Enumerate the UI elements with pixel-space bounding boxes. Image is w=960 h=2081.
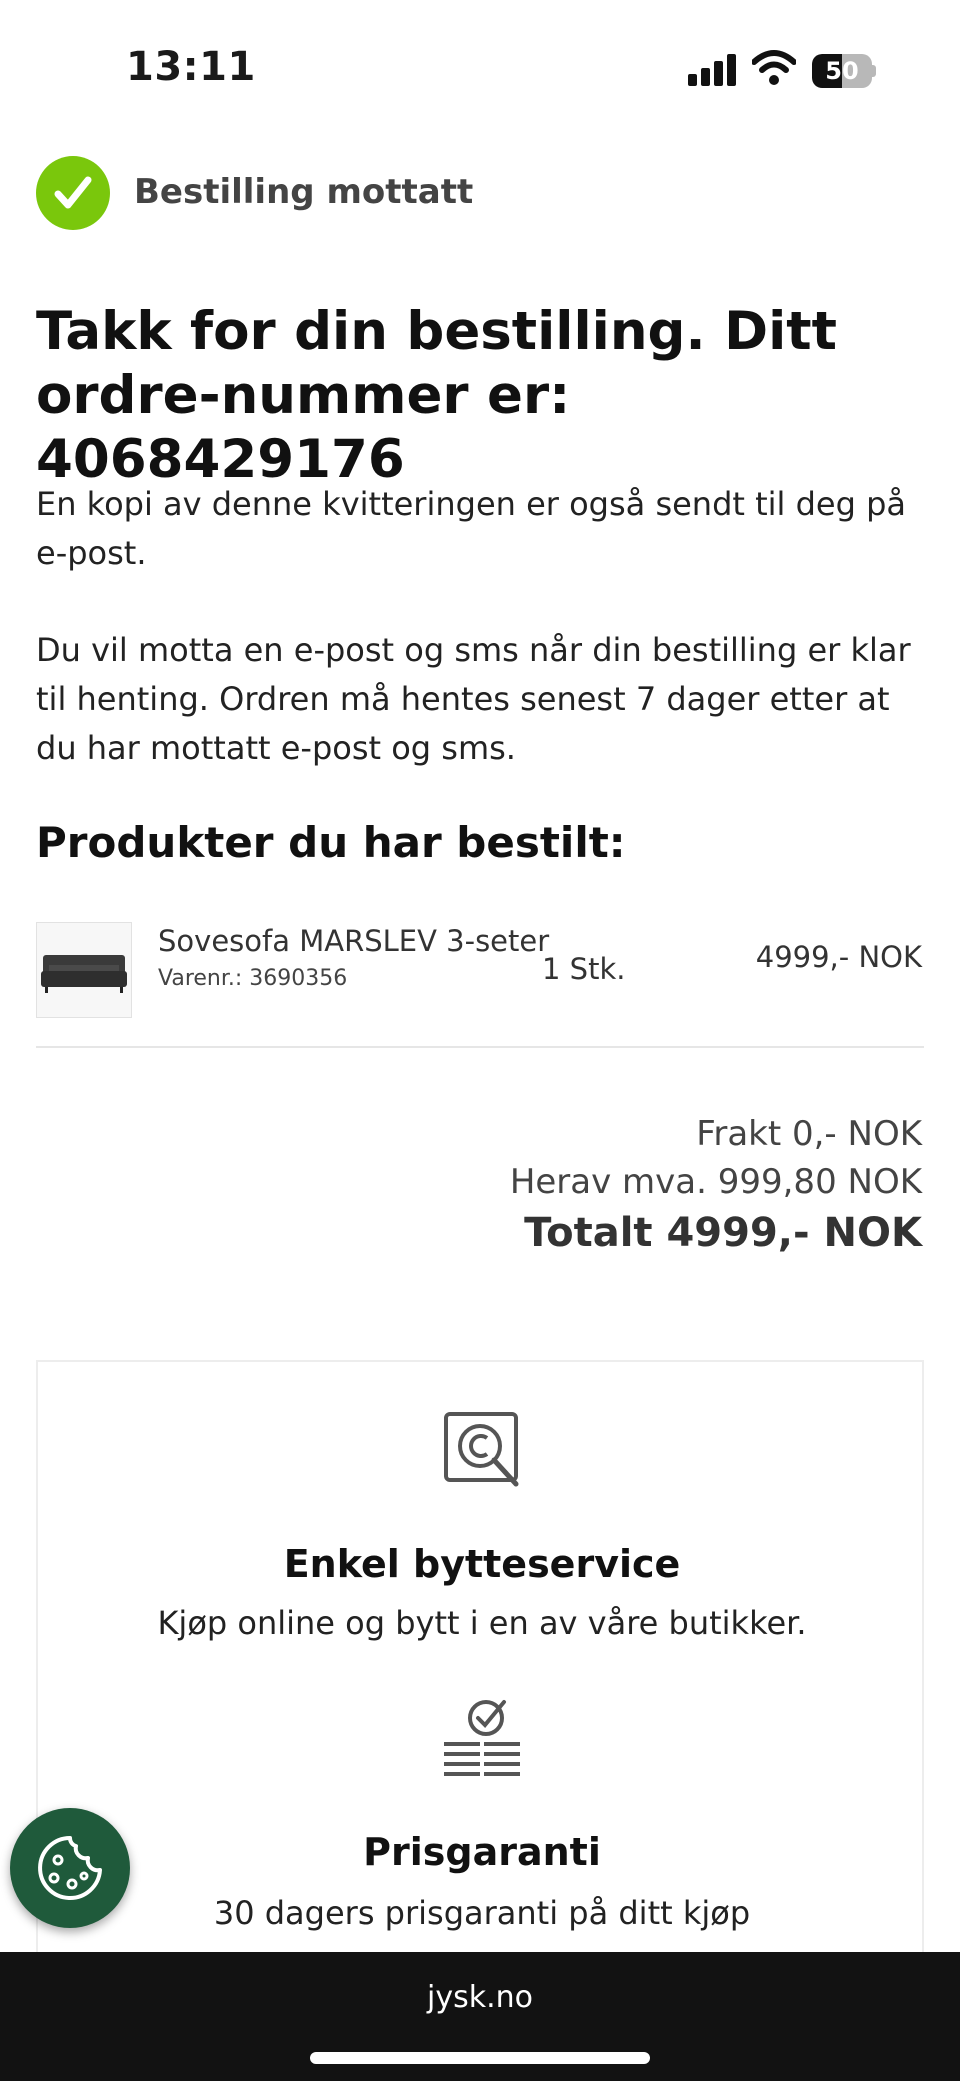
order-total: Totalt 4999,- NOK [524,1210,922,1256]
check-icon [36,156,110,230]
page-title: Takk for din bestilling. Ditt ordre-numm… [36,301,837,490]
sofa-image [36,922,132,1018]
battery-icon: 50 [812,54,876,88]
vat-amount: Herav mva. 999,80 NOK [509,1162,922,1202]
shipping-cost: Frakt 0,- NOK [696,1114,922,1154]
usp-text-exchange: Kjøp online og bytt i en av våre butikke… [157,1604,807,1642]
battery-level: 50 [825,57,859,85]
usp-title-price-guarantee: Prisgaranti [363,1830,601,1874]
product-quantity: 1 Stk. [542,952,626,986]
browser-bottom-bar: jysk.no [0,1952,960,2081]
wifi-icon [751,50,797,86]
usp-title-exchange: Enkel bytteservice [283,1542,681,1586]
home-indicator[interactable] [310,2052,650,2064]
usp-text-price-guarantee: 30 dagers prisgaranti på ditt kjøp [213,1894,751,1932]
products-heading: Produkter du har bestilt: [36,818,626,867]
order-status-label: Bestilling mottatt [134,172,474,212]
usp-card: Enkel bytteservice Kjøp online og bytt i… [36,1360,924,1960]
cookie-settings-button[interactable] [10,1808,130,1928]
pickup-info: Du vil motta en e-post og sms når din be… [36,631,911,767]
product-price: 4999,- NOK [755,940,922,974]
email-copy-note: En kopi av denne kvitteringen er også se… [36,485,907,572]
status-time: 13:11 [126,44,256,90]
search-receipt-icon [442,1410,522,1490]
product-name[interactable]: Sovesofa MARSLEV 3-seter [158,924,549,958]
price-guarantee-icon [442,1698,522,1780]
product-sku: Varenr.: 3690356 [158,966,348,991]
divider [36,1046,924,1048]
cellular-signal-icon [688,54,736,86]
cookie-icon [38,1836,102,1900]
address-bar[interactable]: jysk.no [0,1980,960,2015]
